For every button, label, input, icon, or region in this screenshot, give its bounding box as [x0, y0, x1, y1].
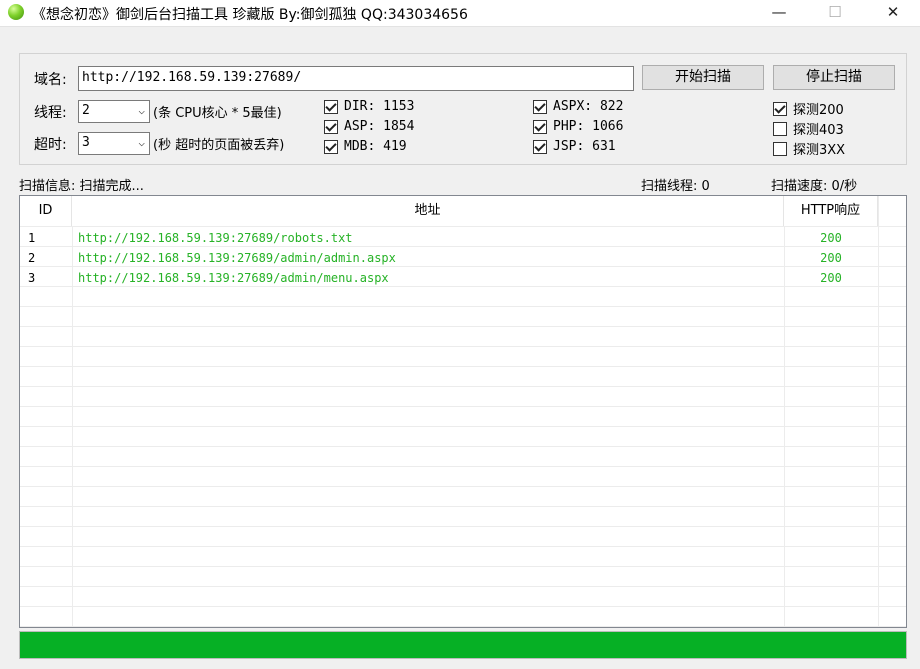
threads-label: 线程:: [34, 105, 67, 121]
grid-row-line: [20, 386, 906, 387]
detect-200-checkbox[interactable]: 探测200: [773, 99, 844, 118]
dict-php-checkbox[interactable]: PHP: 1066: [533, 119, 623, 134]
app-icon: [8, 4, 24, 20]
dict-asp-label: ASP: 1854: [344, 119, 415, 134]
grid-row-line: [20, 366, 906, 367]
grid-row-line: [20, 466, 906, 467]
dict-asp-checkbox[interactable]: ASP: 1854: [324, 119, 414, 134]
checkbox-icon: [533, 99, 547, 114]
detect-3xx-label: 探测3XX: [793, 143, 846, 158]
row-3-code: 200: [820, 271, 842, 285]
checkbox-icon: [773, 121, 787, 136]
row-2-code: 200: [820, 251, 842, 265]
row-1-url[interactable]: http://192.168.59.139:27689/robots.txt: [78, 228, 353, 248]
threads-hint: (条 CPU核心 * 5最佳): [153, 106, 282, 121]
timeout-value: 3: [82, 135, 90, 150]
dict-mdb-label: MDB: 419: [344, 139, 407, 154]
dict-aspx-checkbox[interactable]: ASPX: 822: [533, 99, 623, 114]
threads-value: 2: [82, 103, 90, 118]
grid-row-line: [20, 426, 906, 427]
detect-403-checkbox[interactable]: 探测403: [773, 119, 844, 138]
results-table[interactable]: ID 地址 HTTP响应 1 http://192.168.59.139:276…: [19, 195, 907, 628]
checkbox-icon: [773, 101, 787, 116]
dict-aspx-label: ASPX: 822: [553, 99, 624, 114]
progress-fill: [20, 632, 906, 658]
row-3-id: 3: [28, 271, 36, 285]
scan-info: 扫描信息: 扫描完成...: [19, 179, 144, 194]
row-1-id: 1: [28, 231, 36, 245]
grid-row-line: [20, 606, 906, 607]
grid-row-line: [20, 526, 906, 527]
scan-threads: 扫描线程: 0: [641, 179, 710, 194]
detect-403-label: 探测403: [793, 123, 844, 138]
grid-column-line: [878, 196, 879, 627]
scan-progress-bar: [19, 631, 907, 659]
title-bar: 《想念初恋》御剑后台扫描工具 珍藏版 By:御剑孤独 QQ:343034656 …: [0, 0, 920, 26]
grid-row-line: [20, 506, 906, 507]
grid-row-line: [20, 226, 906, 227]
row-2-id: 2: [28, 251, 36, 265]
window-title: 《想念初恋》御剑后台扫描工具 珍藏版 By:御剑孤独 QQ:343034656: [32, 7, 468, 23]
dict-jsp-label: JSP: 631: [553, 139, 616, 154]
dict-jsp-checkbox[interactable]: JSP: 631: [533, 139, 616, 154]
start-scan-button[interactable]: 开始扫描: [642, 65, 764, 90]
stop-scan-button[interactable]: 停止扫描: [773, 65, 895, 90]
grid-row-line: [20, 346, 906, 347]
domain-label: 域名:: [34, 72, 67, 88]
dict-dir-label: DIR: 1153: [344, 99, 415, 114]
checkbox-icon: [324, 139, 338, 154]
detect-3xx-checkbox[interactable]: 探测3XX: [773, 139, 845, 158]
grid-row-line: [20, 626, 906, 627]
scan-speed: 扫描速度: 0/秒: [771, 179, 858, 194]
column-header-http[interactable]: HTTP响应: [784, 196, 878, 226]
chevron-down-icon: ⌵: [138, 136, 145, 149]
threads-select[interactable]: 2 ⌵: [78, 100, 150, 123]
chevron-down-icon: ⌵: [138, 104, 145, 117]
detect-200-label: 探测200: [793, 103, 844, 118]
checkbox-icon: [773, 141, 787, 156]
row-1-code: 200: [820, 231, 842, 245]
checkbox-icon: [324, 119, 338, 134]
column-header-id[interactable]: ID: [20, 196, 72, 226]
domain-input[interactable]: http://192.168.59.139:27689/: [78, 66, 634, 91]
grid-column-line: [72, 196, 73, 627]
grid-row-line: [20, 546, 906, 547]
grid-row-line: [20, 406, 906, 407]
minimize-button[interactable]: —: [756, 0, 802, 26]
maximize-button[interactable]: ☐: [812, 0, 858, 26]
dict-mdb-checkbox[interactable]: MDB: 419: [324, 139, 407, 154]
timeout-label: 超时:: [34, 137, 67, 153]
grid-row-line: [20, 306, 906, 307]
dict-php-label: PHP: 1066: [553, 119, 624, 134]
grid-row-line: [20, 326, 906, 327]
checkbox-icon: [533, 139, 547, 154]
row-2-url[interactable]: http://192.168.59.139:27689/admin/admin.…: [78, 248, 396, 268]
grid-row-line: [20, 486, 906, 487]
dict-dir-checkbox[interactable]: DIR: 1153: [324, 99, 414, 114]
grid-row-line: [20, 446, 906, 447]
checkbox-icon: [324, 99, 338, 114]
close-button[interactable]: ✕: [870, 0, 916, 26]
checkbox-icon: [533, 119, 547, 134]
timeout-hint: (秒 超时的页面被丢弃): [153, 138, 285, 153]
timeout-select[interactable]: 3 ⌵: [78, 132, 150, 155]
column-header-url[interactable]: 地址: [72, 196, 784, 226]
grid-row-line: [20, 566, 906, 567]
grid-row-line: [20, 586, 906, 587]
row-3-url[interactable]: http://192.168.59.139:27689/admin/menu.a…: [78, 268, 389, 288]
